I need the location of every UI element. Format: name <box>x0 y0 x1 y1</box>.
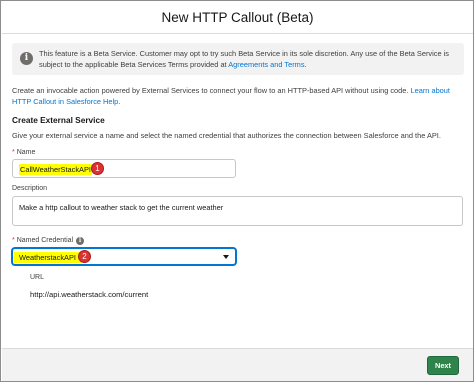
named-credential-select[interactable]: WeatherstackAPI <box>12 248 236 265</box>
required-mark: * <box>12 149 15 156</box>
section-title: Create External Service <box>12 115 105 125</box>
description-textarea[interactable]: Make a http callout to weather stack to … <box>12 196 463 226</box>
description-label: Description <box>12 185 48 192</box>
info-icon[interactable]: i <box>76 237 84 245</box>
named-credential-label: * Named Credential <box>12 237 74 244</box>
agreements-terms-link[interactable]: Agreements and Terms <box>228 60 304 69</box>
info-icon: i <box>20 52 33 65</box>
beta-notice-text: This feature is a Beta Service. Customer… <box>39 49 449 69</box>
modal-body[interactable]: i This feature is a Beta Service. Custom… <box>2 35 473 348</box>
modal-window: New HTTP Callout (Beta) i This feature i… <box>0 0 474 382</box>
next-button[interactable]: Next <box>427 356 459 375</box>
name-label: * Name <box>12 149 36 156</box>
name-input-value: CallWeatherStackAPI <box>19 164 92 175</box>
name-input[interactable]: CallWeatherStackAPI <box>12 159 236 178</box>
intro-text: Create an invocable action powered by Ex… <box>12 86 450 106</box>
modal-footer: Next <box>2 348 473 381</box>
url-label: URL <box>30 274 45 281</box>
callout-badge-2: 2 <box>78 250 91 263</box>
section-description: Give your external service a name and se… <box>12 131 441 140</box>
modal-title: New HTTP Callout (Beta) <box>161 10 314 25</box>
callout-badge-1: 1 <box>91 162 104 175</box>
required-mark: * <box>12 237 15 244</box>
url-value: http://api.weatherstack.com/current <box>30 290 149 299</box>
modal-header: New HTTP Callout (Beta) <box>2 2 473 34</box>
chevron-down-icon[interactable] <box>223 255 229 259</box>
description-value: Make a http callout to weather stack to … <box>19 203 224 212</box>
named-credential-value: WeatherstackAPI <box>14 252 82 263</box>
beta-notice: i This feature is a Beta Service. Custom… <box>12 43 464 75</box>
